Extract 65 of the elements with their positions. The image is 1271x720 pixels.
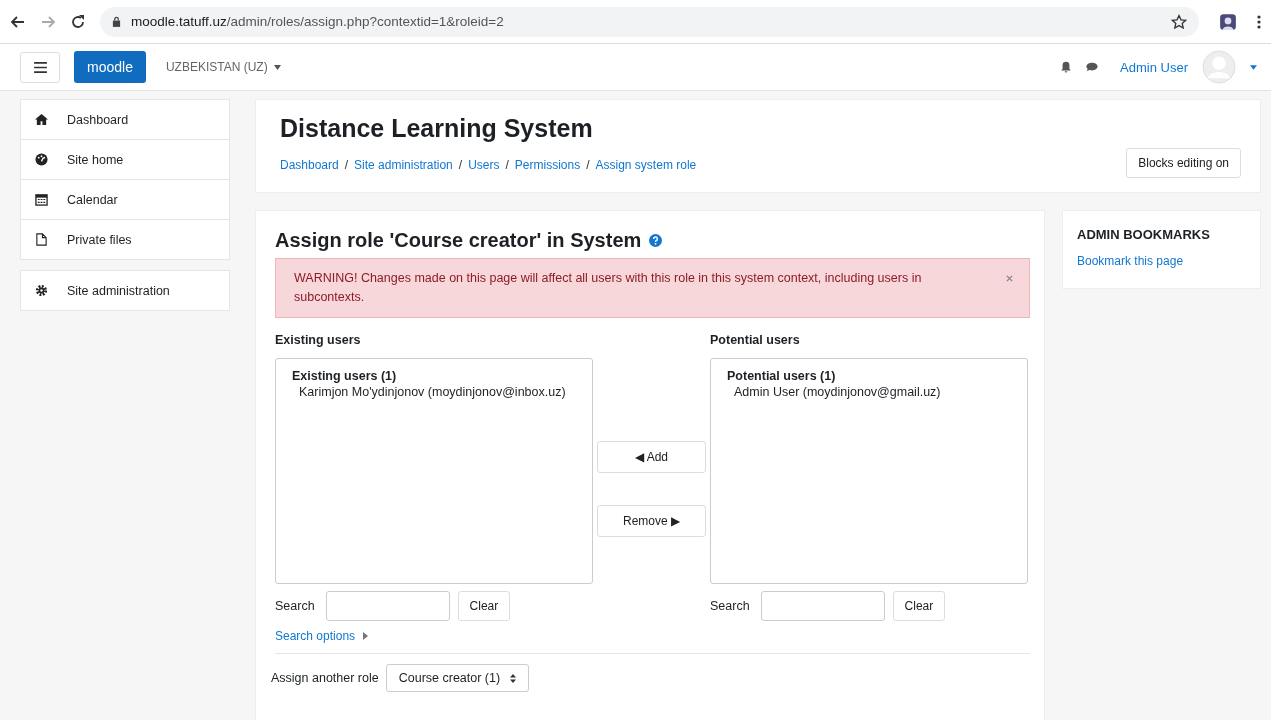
site-title: Distance Learning System [280, 114, 594, 143]
bookmark-link[interactable]: Bookmark this page [1077, 254, 1184, 268]
sidebar-item[interactable]: Private files [21, 220, 229, 259]
block-title: ADMIN BOOKMARKS [1077, 227, 1211, 242]
breadcrumb-separator: / [586, 158, 590, 172]
warning-text: WARNING! Changes made on this page will affect all users with this role in this system context, including users in subcontexts. [294, 270, 923, 306]
list-title: Potential users [710, 333, 801, 347]
breadcrumb-separator: / [458, 158, 463, 172]
breadcrumb-link[interactable]: Assign system role [595, 158, 697, 172]
sort-arrows-icon [510, 673, 517, 683]
lock-icon [112, 16, 121, 27]
page-heading: Assign role 'Course creator' in System [275, 229, 642, 252]
user-option[interactable]: Admin User (moydinjonov@gmail.uz) [727, 385, 1011, 399]
list-group-label: Existing users (1) [292, 369, 398, 383]
search-label: Search [710, 599, 750, 613]
remove-button[interactable]: Remove ▶ [597, 505, 706, 537]
gauge-icon [35, 153, 48, 166]
add-button[interactable]: ◀ Add [597, 441, 706, 473]
moodle-logo[interactable]: moodle [74, 51, 146, 83]
url-text: moodle.tatuff.uz/admin/roles/assign.php?contextid=1&roleid=2 [131, 14, 505, 29]
help-icon[interactable] [649, 234, 663, 247]
reload-icon[interactable] [70, 13, 86, 30]
breadcrumb-separator: / [505, 158, 509, 172]
user-list[interactable]: Potential users (1) Admin User (moydinjonov@gmail.uz) [710, 358, 1028, 584]
breadcrumb-link[interactable]: Site administration [354, 158, 453, 172]
expand-icon[interactable] [363, 632, 369, 640]
blocks-editing-button[interactable]: Blocks editing on [1126, 148, 1241, 178]
back-icon[interactable] [10, 13, 26, 30]
bell-icon[interactable] [1060, 61, 1073, 73]
caret-icon [273, 64, 281, 70]
sidebar-item[interactable]: Calendar [21, 180, 229, 220]
user-name[interactable]: Admin User [1120, 59, 1188, 75]
search-field[interactable] [760, 591, 885, 621]
close-icon[interactable] [1006, 275, 1013, 282]
language-menu[interactable]: UZBEKISTAN (UZ) [165, 60, 281, 74]
breadcrumb-separator: / [344, 158, 349, 172]
search-field[interactable] [325, 591, 450, 621]
sidebar-item[interactable]: Site administration [21, 271, 229, 310]
breadcrumb-link[interactable]: Dashboard [280, 158, 339, 172]
menu-icon [33, 61, 47, 73]
address-bar[interactable]: moodle.tatuff.uz/admin/roles/assign.php?contextid=1&roleid=2 [100, 6, 1199, 37]
breadcrumb-link[interactable]: Permissions [514, 158, 581, 172]
menu-button[interactable] [20, 51, 60, 83]
caret-icon[interactable] [1250, 64, 1257, 70]
calendar-icon [35, 193, 48, 206]
profile-icon[interactable] [1219, 12, 1237, 31]
clear-button[interactable]: Clear [457, 591, 511, 621]
clear-button[interactable]: Clear [892, 591, 946, 621]
user-option[interactable]: Karimjon Mo'ydinjonov (moydinjonov@inbox.uz) [292, 385, 576, 399]
role-select[interactable]: Course creator (1) [385, 664, 530, 692]
gear-icon [35, 284, 48, 297]
menu-icon[interactable] [1257, 13, 1261, 30]
sidebar-item[interactable]: Site home [21, 140, 229, 180]
breadcrumb-link[interactable]: Users [468, 158, 500, 172]
list-title: Existing users [275, 333, 362, 347]
list-group-label: Potential users (1) [727, 369, 837, 383]
star-icon[interactable] [1171, 13, 1187, 30]
search-options-link[interactable]: Search options [275, 629, 356, 643]
home-icon [35, 113, 48, 126]
user-list[interactable]: Existing users (1) Karimjon Mo'ydinjonov (moydinjonov@inbox.uz) [275, 358, 593, 584]
chat-icon[interactable] [1086, 61, 1099, 73]
role-label: Assign another role [271, 671, 379, 685]
file-icon [35, 233, 48, 246]
sidebar-item[interactable]: Dashboard [21, 100, 229, 140]
search-label: Search [275, 599, 315, 613]
